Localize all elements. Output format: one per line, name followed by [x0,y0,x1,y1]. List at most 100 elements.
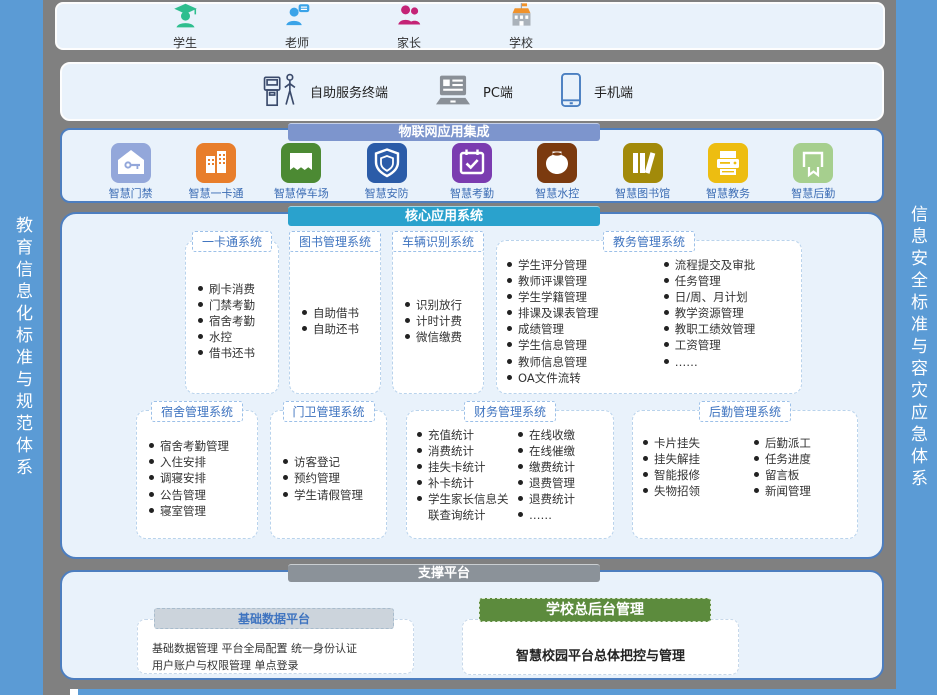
list-item: 学生评分管理 [507,257,664,273]
basic-platform-line2: 用户账户与权限管理 单点登录 [152,657,403,674]
system-box-dormitory: 宿舍管理系统 宿舍考勤管理入住安排调寝安排公告管理寝室管理 [136,410,258,539]
list-item-label: 后勤派工 [765,435,811,451]
bullet-dot [518,480,523,485]
list-item: 识别放行 [405,297,477,313]
bullet-dot [417,480,422,485]
list-item-label: 寝室管理 [160,503,206,519]
bullet-dot [302,326,307,331]
role-label: 家长 [397,34,421,51]
list-item-label: 教师评课管理 [518,273,587,289]
bullet-dot [507,375,512,380]
bullet-dot [198,334,203,339]
left-sidebar-label: 教育信息化标准与规范体系 [13,216,30,480]
list-item: 退费管理 [518,475,609,491]
role-teacher: 老师 [265,2,329,51]
system-title: 车辆识别系统 [392,231,484,252]
bullet-dot [664,342,669,347]
user-roles-panel: 学生 老师 家长 学校 [55,2,885,50]
list-item: 成绩管理 [507,321,664,337]
list-item: 挂失解挂 [643,451,754,467]
system-items-list: 流程提交及审批任务管理日/周、月计划教学资源管理教职工绩效管理工资管理…… [664,257,797,370]
school-icon [508,2,535,33]
list-item: 门禁考勤 [198,297,272,313]
list-item: 宿舍考勤 [198,313,272,329]
bullet-dot [417,432,422,437]
bullet-dot [149,443,154,448]
bullet-dot [507,294,512,299]
two-column-lists: 卡片挂失挂失解挂智能报修失物招领 后勤派工任务进度留言板新闻管理 [633,411,857,538]
bullet-dot [283,475,288,480]
list-item-label: 宿舍考勤管理 [160,438,229,454]
list-item-label: 学生评分管理 [518,257,587,273]
list-item: 智能报修 [643,467,754,483]
system-box-onecard: 一卡通系统 刷卡消费门禁考勤宿舍考勤水控借书还书 [185,240,279,394]
system-items-list: 识别放行计时计费微信缴费 [393,241,483,393]
bullet-dot [518,496,523,501]
bullet-dot [507,278,512,283]
list-item-label: 挂失解挂 [654,451,700,467]
kiosk-icon [262,72,300,112]
bottom-frame-notch [70,689,78,695]
list-item-label: 教师信息管理 [518,354,587,370]
role-parent: 家长 [377,2,441,51]
bullet-dot [518,448,523,453]
bullet-dot [754,456,759,461]
iot-item-parking: 智慧停车场 [264,143,338,201]
role-label: 学生 [173,34,197,51]
bullet-dot [507,262,512,267]
system-title: 门卫管理系统 [282,401,374,422]
list-item-label: 刷卡消费 [209,281,255,297]
role-school: 学校 [489,2,553,51]
iot-item-label: 智慧图书馆 [615,185,670,201]
list-item-label: 自助还书 [313,321,359,337]
list-item: 卡片挂失 [643,435,754,451]
bullet-dot [405,302,410,307]
list-item: 排课及课表管理 [507,305,664,321]
terminal-label: PC端 [483,82,513,101]
iot-item-onecard: 智慧一卡通 [179,143,253,201]
list-item: 调寝安排 [149,470,251,486]
list-item: 学生家长信息关联查询统计 [417,491,518,523]
list-item-label: 入住安排 [160,454,206,470]
list-item: 新闻管理 [754,483,853,499]
list-item-label: 流程提交及审批 [675,257,756,273]
system-box-gatekeeper: 门卫管理系统 访客登记预约管理学生请假管理 [270,410,387,539]
list-item: 计时计费 [405,313,477,329]
system-items-list: 在线收缴在线催缴缴费统计退费管理退费统计…… [518,427,609,524]
system-items-list: 自助借书自助还书 [290,241,380,393]
iot-item-water: 智慧水控 [520,143,594,201]
system-box-logistics: 后勤管理系统 卡片挂失挂失解挂智能报修失物招领 后勤派工任务进度留言板新闻管理 [632,410,858,539]
bullet-dot [198,286,203,291]
bullet-dot [754,440,759,445]
list-item: …… [664,354,797,370]
list-item-label: 自助借书 [313,305,359,321]
bullet-dot [417,464,422,469]
two-column-lists: 学生评分管理教师评课管理学生学籍管理排课及课表管理成绩管理学生信息管理教师信息管… [497,241,801,393]
list-item-label: 门禁考勤 [209,297,255,313]
list-item-label: 教学资源管理 [675,305,744,321]
list-item-label: OA文件流转 [518,370,581,386]
attendance-calendar-icon [452,143,492,183]
iot-item-security: 智慧安防 [350,143,424,201]
bullet-dot [507,310,512,315]
list-item: 访客登记 [283,454,380,470]
bullet-dot [417,448,422,453]
list-item-label: 学生信息管理 [518,337,587,353]
list-item: 在线催缴 [518,443,609,459]
list-item-label: 补卡统计 [428,475,474,491]
bullet-dot [643,456,648,461]
bullet-dot [302,310,307,315]
list-item-label: 失物招领 [654,483,700,499]
system-items-list: 后勤派工任务进度留言板新闻管理 [754,435,853,499]
system-box-vehicle: 车辆识别系统 识别放行计时计费微信缴费 [392,240,484,394]
system-title: 图书管理系统 [289,231,381,252]
list-item-label: 退费管理 [529,475,575,491]
list-item: 学生信息管理 [507,337,664,353]
list-item: 后勤派工 [754,435,853,451]
bullet-dot [405,334,410,339]
list-item: 教学资源管理 [664,305,797,321]
iot-item-label: 智慧考勤 [450,185,494,201]
laptop-icon [433,73,473,111]
list-item-label: 调寝安排 [160,470,206,486]
list-item-label: …… [529,507,552,523]
